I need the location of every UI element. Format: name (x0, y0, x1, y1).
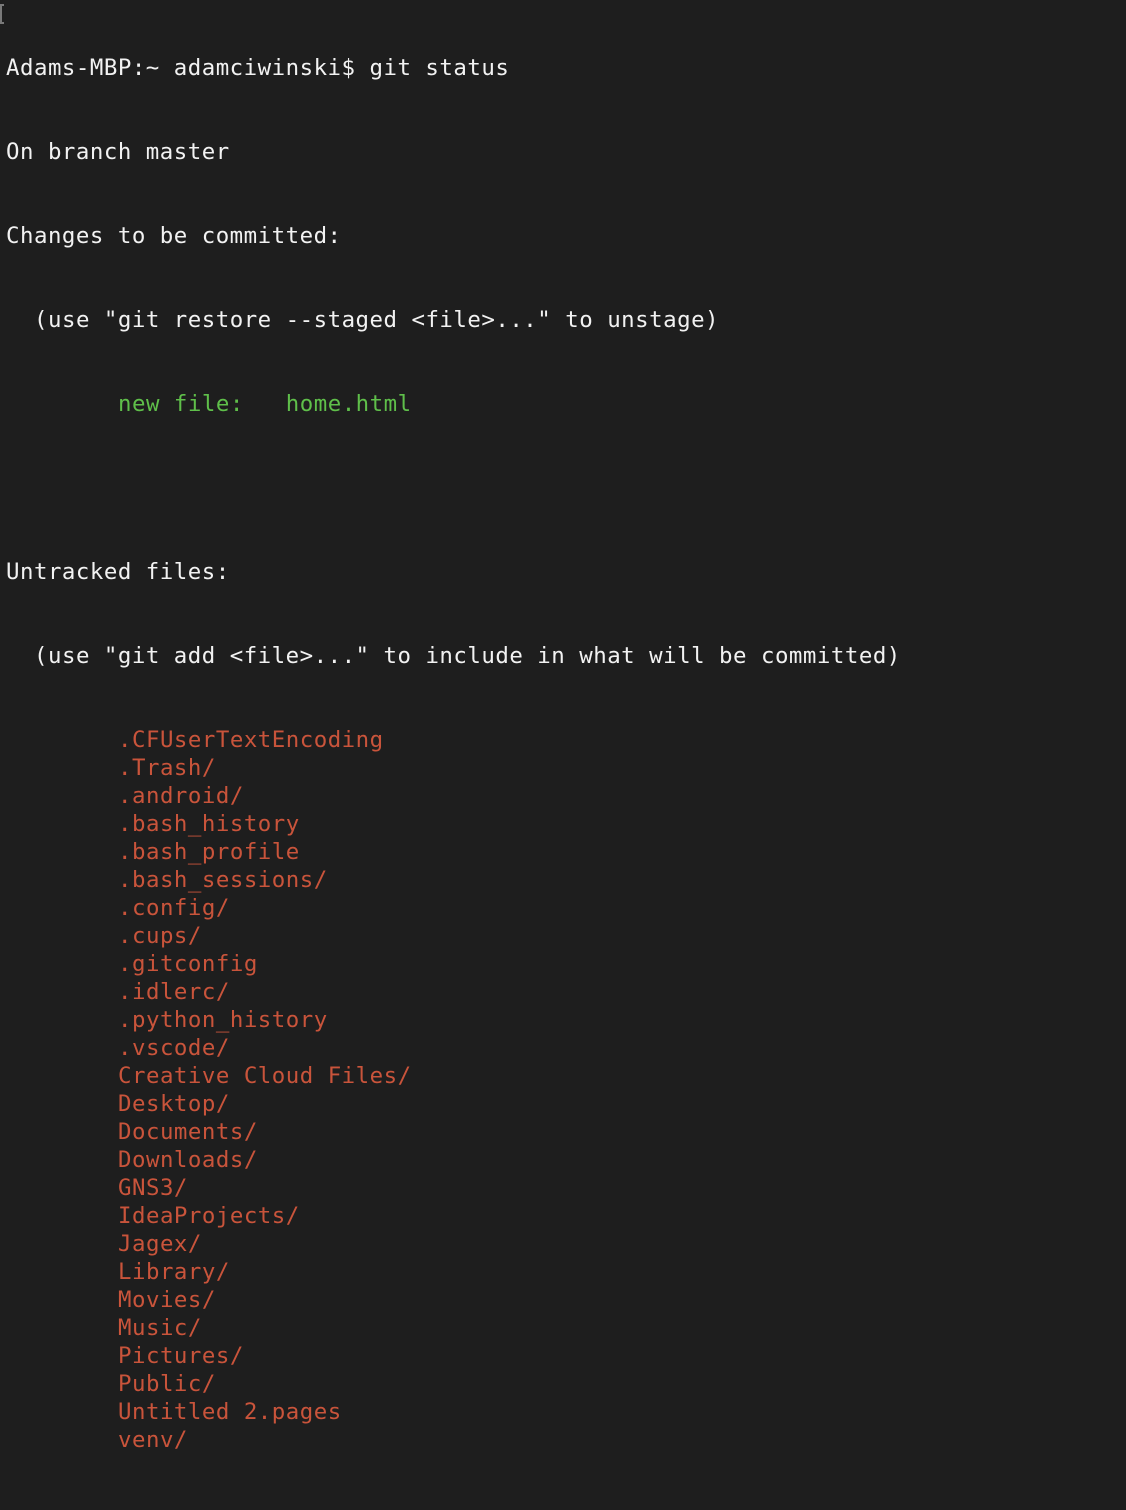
untracked-file: .bash_sessions/ (118, 867, 328, 893)
untracked-file: .bash_profile (118, 839, 300, 865)
untracked-file: Movies/ (118, 1287, 216, 1313)
untracked-file: Untitled 2.pages (118, 1399, 342, 1425)
staged-header: Changes to be committed: (6, 223, 342, 249)
untracked-file: Library/ (118, 1259, 230, 1285)
untracked-file: IdeaProjects/ (118, 1203, 300, 1229)
untracked-file: .cups/ (118, 923, 202, 949)
untracked-file: .python_history (118, 1007, 328, 1033)
untracked-file: Pictures/ (118, 1343, 244, 1369)
staged-file-status: new file: (118, 391, 244, 417)
untracked-file: .Trash/ (118, 755, 216, 781)
untracked-file: .idlerc/ (118, 979, 230, 1005)
untracked-file: .android/ (118, 783, 244, 809)
selection-edge-marker (0, 4, 4, 24)
untracked-file: Desktop/ (118, 1091, 230, 1117)
untracked-file: Public/ (118, 1371, 216, 1397)
terminal-window[interactable]: Adams-MBP:~ adamciwinski$ git status On … (0, 0, 1126, 1453)
untracked-file-list: .CFUserTextEncoding .Trash/.android/.bash… (6, 726, 901, 1454)
shell-prompt: Adams-MBP:~ adamciwinski$ (6, 55, 370, 81)
command-line: Adams-MBP:~ adamciwinski$ git status (6, 54, 901, 82)
staged-hint: (use "git restore --staged <file>..." to… (34, 307, 720, 333)
branch-line: On branch master (6, 139, 230, 165)
untracked-file: .config/ (118, 895, 230, 921)
untracked-file: Music/ (118, 1315, 202, 1341)
untracked-file: Documents/ (118, 1119, 258, 1145)
untracked-file: Creative Cloud Files/ (118, 1063, 412, 1089)
untracked-hint: (use "git add <file>..." to include in w… (34, 643, 901, 669)
staged-file-row: new file: home.html (6, 390, 901, 418)
untracked-file: .vscode/ (118, 1035, 230, 1061)
untracked-file: GNS3/ (118, 1175, 188, 1201)
untracked-file: Downloads/ (118, 1147, 258, 1173)
untracked-file: .CFUserTextEncoding (118, 727, 384, 753)
typed-command: git status (369, 55, 510, 81)
staged-file-gap (244, 391, 286, 417)
staged-file-name: home.html (285, 391, 412, 417)
terminal-output: Adams-MBP:~ adamciwinski$ git status On … (6, 0, 901, 1510)
untracked-header: Untracked files: (6, 559, 230, 585)
untracked-file: venv/ (118, 1427, 188, 1453)
untracked-file: .bash_history (118, 811, 300, 837)
untracked-file: Jagex/ (118, 1231, 202, 1257)
